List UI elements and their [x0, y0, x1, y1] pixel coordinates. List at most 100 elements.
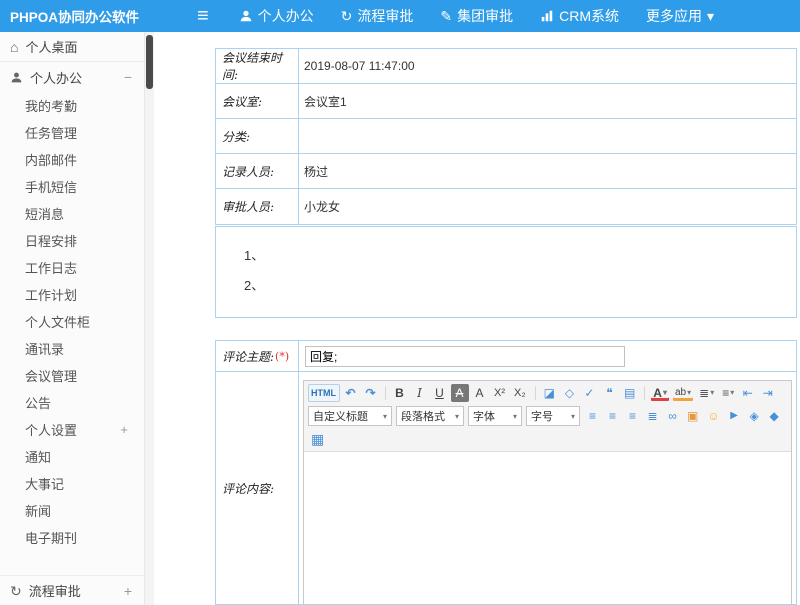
align-left-icon[interactable]: ≡: [584, 407, 602, 425]
undo-icon[interactable]: ↶: [342, 384, 360, 402]
icon-glyph: B: [395, 387, 404, 399]
subscript-icon[interactable]: X₂: [511, 384, 530, 402]
html-source-button[interactable]: HTML: [308, 384, 340, 402]
toolbar-separator[interactable]: [535, 386, 536, 400]
comment-content-label: 评论内容:: [216, 372, 299, 604]
caret-down-icon: ▾: [707, 9, 714, 23]
sidebar-item[interactable]: 内部邮件: [25, 146, 144, 173]
expand-icon[interactable]: +: [124, 583, 132, 599]
sidebar-desktop-label: 个人桌面: [25, 37, 77, 56]
table-row: 会议室: 会议室1: [216, 84, 796, 119]
sidebar-item[interactable]: 个人文件柜: [25, 308, 144, 335]
align-justify-icon[interactable]: ≣: [644, 407, 662, 425]
approval-edit-icon: ✎: [440, 9, 452, 23]
sidebar-item[interactable]: 会议管理: [25, 362, 144, 389]
icon-glyph: ≣: [699, 387, 709, 399]
nav-more-apps[interactable]: 更多应用 ▾: [646, 6, 714, 26]
sidebar-scrollbar[interactable]: [145, 32, 154, 605]
superscript-icon[interactable]: X²: [491, 384, 509, 402]
sidebar-item[interactable]: 新闻: [25, 497, 144, 524]
new-document-icon[interactable]: ▤: [621, 384, 639, 402]
scrollbar-thumb[interactable]: [146, 35, 153, 89]
size-select[interactable]: 字号▾: [526, 406, 580, 426]
sidebar-item[interactable]: 手机短信: [25, 173, 144, 200]
icon-glyph: ∞: [668, 410, 677, 422]
sidebar-item-label: 通讯录: [25, 339, 64, 358]
sidebar-item[interactable]: 通讯录: [25, 335, 144, 362]
outdent-icon[interactable]: ⇤: [739, 384, 757, 402]
icon-glyph: ✓: [584, 387, 594, 399]
sidebar-item[interactable]: 日程安排: [25, 227, 144, 254]
sidebar-item[interactable]: 工作日志: [25, 254, 144, 281]
nav-workflow-approval[interactable]: ↻ 流程审批: [341, 6, 414, 26]
highlight-color-icon[interactable]: ab▾: [672, 384, 694, 402]
sidebar-item-label: 内部邮件: [25, 150, 77, 169]
media-icon[interactable]: ▶: [726, 407, 744, 425]
sidebar-item[interactable]: 任务管理: [25, 119, 144, 146]
caret-down-icon: ▾: [687, 389, 691, 397]
sidebar-item[interactable]: 我的考勤: [25, 92, 144, 119]
comment-subject-input[interactable]: [305, 346, 625, 367]
underline-icon[interactable]: U: [431, 384, 449, 402]
spellcheck-icon[interactable]: ✓: [581, 384, 599, 402]
comment-subject-row: 评论主题:(*): [216, 341, 796, 372]
sidebar-section-workflow[interactable]: ↻ 流程审批 +: [0, 575, 144, 605]
save-icon[interactable]: ◆: [766, 407, 784, 425]
sidebar-item[interactable]: 短消息: [25, 200, 144, 227]
redo-icon[interactable]: ↷: [362, 384, 380, 402]
nav-crm[interactable]: CRM系统: [540, 6, 619, 26]
toolbar-separator[interactable]: [644, 386, 645, 400]
field-label: 分类:: [216, 119, 299, 153]
nav-group-approval[interactable]: ✎ 集团审批: [440, 6, 513, 26]
select-label: 字号: [531, 408, 553, 424]
sidebar-section-personal-office[interactable]: 个人办公 −: [0, 62, 144, 92]
eraser-icon[interactable]: ◪: [541, 384, 559, 402]
sidebar-item-label: 工作计划: [25, 285, 77, 304]
indent-icon[interactable]: ⇥: [759, 384, 777, 402]
table-icon[interactable]: ▦: [308, 430, 327, 448]
clear-format-icon[interactable]: ◇: [561, 384, 579, 402]
remove-format-icon[interactable]: A: [471, 384, 489, 402]
sidebar-item-label: 我的考勤: [25, 96, 77, 115]
unordered-list-icon[interactable]: ≡▾: [719, 384, 737, 402]
nav-label: 个人办公: [258, 6, 314, 26]
font-color-icon[interactable]: A▾: [650, 384, 670, 402]
editor-content-area[interactable]: [304, 452, 791, 604]
align-right-icon[interactable]: ≡: [624, 407, 642, 425]
sidebar-item[interactable]: 大事记: [25, 470, 144, 497]
sidebar-item[interactable]: 电子期刊: [25, 524, 144, 551]
link-icon[interactable]: ∞: [664, 407, 682, 425]
heading-select[interactable]: 自定义标题▾: [308, 406, 392, 426]
person-icon: [10, 71, 23, 84]
strikethrough-icon[interactable]: A: [451, 384, 469, 402]
sidebar-item[interactable]: 公告: [25, 389, 144, 416]
sidebar-item-label: 公告: [25, 393, 51, 412]
attachment-icon[interactable]: ◈: [746, 407, 764, 425]
emoticon-icon[interactable]: ☺: [704, 407, 723, 425]
table-row: 记录人员: 杨过: [216, 154, 796, 189]
expand-icon: +: [120, 422, 128, 437]
icon-glyph: ◇: [565, 387, 574, 399]
sidebar-item[interactable]: 通知: [25, 443, 144, 470]
font-select[interactable]: 字体▾: [468, 406, 522, 426]
toolbar-separator[interactable]: [385, 386, 386, 400]
align-center-icon[interactable]: ≡: [604, 407, 622, 425]
menu-icon[interactable]: ≡: [197, 6, 209, 26]
field-value: 会议室1: [299, 84, 796, 118]
sidebar-item[interactable]: 工作计划: [25, 281, 144, 308]
italic-icon[interactable]: I: [411, 384, 429, 402]
bold-icon[interactable]: B: [391, 384, 409, 402]
collapse-icon[interactable]: −: [124, 69, 132, 85]
sidebar-item-desktop[interactable]: ⌂ 个人桌面: [0, 32, 144, 62]
ordered-list-icon[interactable]: ≣▾: [696, 384, 717, 402]
sidebar-item[interactable]: 个人设置 +: [25, 416, 144, 443]
quote-icon[interactable]: ❝: [601, 384, 619, 402]
image-icon[interactable]: ▣: [684, 407, 702, 425]
paragraph-select[interactable]: 段落格式▾: [396, 406, 464, 426]
toolbar-row-1: HTML ↶ ↷ B I: [307, 383, 788, 403]
sidebar-item-label: 任务管理: [25, 123, 77, 142]
field-value: 2019-08-07 11:47:00: [299, 49, 796, 83]
nav-personal-office[interactable]: 个人办公: [239, 6, 314, 26]
top-nav: 个人办公 ↻ 流程审批 ✎ 集团审批 CRM系统 更多应用 ▾: [239, 6, 714, 26]
field-value: 杨过: [299, 154, 796, 188]
